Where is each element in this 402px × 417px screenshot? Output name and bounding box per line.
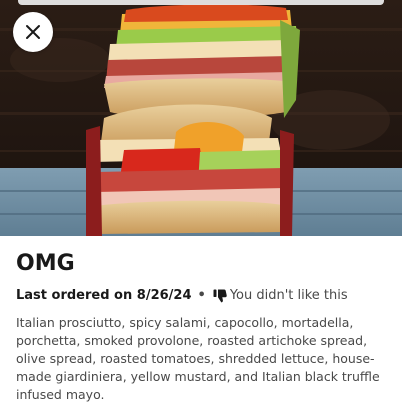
feedback-text: You didn't like this — [229, 288, 348, 303]
close-button[interactable] — [13, 12, 53, 52]
item-description: Italian prosciutto, spicy salami, capoco… — [16, 315, 380, 402]
separator-dot: • — [197, 288, 206, 303]
thumbs-down-icon — [212, 288, 228, 304]
last-ordered-text: Last ordered on 8/26/24 — [16, 288, 192, 303]
item-details: OMG Last ordered on 8/26/24 • You didn't… — [16, 250, 388, 417]
sheet-grab-handle[interactable] — [18, 0, 384, 5]
sandwich-image — [0, 0, 402, 236]
order-meta: Last ordered on 8/26/24 • You didn't lik… — [16, 287, 388, 305]
item-photo — [0, 0, 402, 236]
item-title: OMG — [16, 251, 75, 276]
close-icon — [26, 25, 40, 39]
